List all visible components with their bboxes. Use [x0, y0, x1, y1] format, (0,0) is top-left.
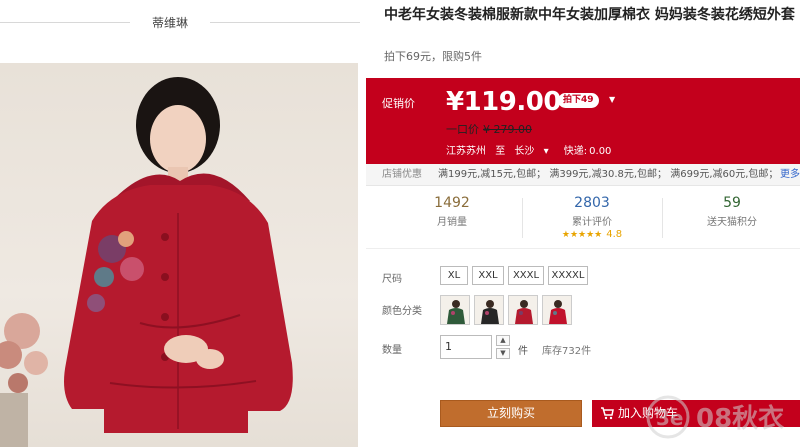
tmall-points-label: 送天猫积分	[707, 217, 757, 228]
divider	[366, 248, 800, 249]
shop-promo-bar: 店铺优惠 满199元,减15元,包邮； 满399元,减30.8元,包邮； 满69…	[366, 164, 800, 186]
cart-icon	[601, 407, 614, 420]
stock-count: 库存732件	[542, 346, 592, 357]
color-swatch-black[interactable]	[474, 295, 504, 325]
quantity-label: 数量	[382, 345, 402, 356]
total-reviews-value: 2803	[574, 195, 610, 211]
original-price-label: 一口价	[446, 123, 479, 136]
product-subtitle: 拍下69元，限购5件	[384, 50, 482, 63]
promo-label: 店铺优惠	[382, 169, 422, 180]
product-photo-illustration	[0, 77, 293, 447]
size-option-xxl[interactable]: XXL	[472, 266, 504, 285]
ship-to: 长沙	[514, 146, 535, 157]
chevron-down-icon: ▾	[543, 146, 549, 157]
express-label: 快递:	[563, 146, 588, 157]
divider	[522, 198, 523, 238]
color-swatch-green[interactable]	[440, 295, 470, 325]
store-name[interactable]: 蒂维琳	[130, 14, 210, 31]
express-fee: 0.00	[589, 146, 612, 157]
swatch-image	[549, 300, 567, 324]
tmall-points-value: 59	[723, 195, 741, 211]
tmall-points: 59 送天猫积分	[672, 190, 792, 242]
swatch-image	[515, 300, 533, 324]
product-title: 中老年女装冬装棉服新款中年女装加厚棉衣 妈妈装冬装花绣短外套	[384, 7, 795, 23]
ship-to-select[interactable]: 长沙 ▾	[514, 146, 554, 157]
quantity-unit: 件	[518, 346, 528, 357]
original-price-value: ¥ 279.00	[483, 123, 532, 136]
price-panel: 促销价 ¥119.00 拍下49 ▼ 一口价 ¥ 279.00 江苏苏州 至 长沙…	[366, 78, 800, 164]
divider	[662, 198, 663, 238]
size-option-xxxxl[interactable]: XXXXL	[548, 266, 588, 285]
color-swatch-crimson[interactable]	[542, 295, 572, 325]
left-column: 蒂维琳	[0, 0, 360, 447]
swatch-image	[481, 300, 499, 324]
monthly-sales-label: 月销量	[437, 217, 467, 228]
rating-score: 4.8	[606, 229, 623, 240]
promo-price-label: 促销价	[382, 97, 415, 110]
product-image[interactable]	[0, 63, 358, 447]
color-label: 颜色分类	[382, 306, 422, 317]
right-column: 中老年女装冬装棉服新款中年女装加厚棉衣 妈妈装冬装花绣短外套 拍下69元，限购5…	[366, 0, 800, 447]
watermark-logo: 3e 08秋衣	[646, 395, 784, 439]
site-watermark: 3e 08秋衣	[644, 383, 794, 443]
quantity-input[interactable]: 1	[440, 335, 492, 359]
original-price: 一口价 ¥ 279.00	[446, 121, 532, 137]
star-rating: ★★★★★ 4.8	[532, 229, 652, 240]
ship-from: 江苏苏州	[446, 146, 486, 157]
buy-now-button[interactable]: 立刻购买	[440, 400, 582, 427]
quantity-decrease-icon[interactable]: ▼	[496, 348, 510, 359]
color-swatch-red[interactable]	[508, 295, 538, 325]
total-reviews-label: 累计评价	[572, 217, 612, 228]
size-option-xl[interactable]: XL	[440, 266, 468, 285]
store-bar: 蒂维琳	[0, 0, 360, 46]
watermark-text: 08秋衣	[696, 403, 784, 434]
shipping-row: 江苏苏州 至 长沙 ▾ 快递: 0.00	[446, 142, 617, 157]
caret-down-icon[interactable]: ▼	[609, 95, 615, 104]
swatch-image	[447, 300, 465, 324]
divider	[0, 22, 130, 23]
ship-to-label: 至	[495, 146, 506, 157]
monthly-sales: 1492 月销量	[392, 190, 512, 242]
promo-price: ¥119.00	[446, 87, 561, 117]
star-icons: ★★★★★	[561, 230, 603, 240]
size-option-xxxl[interactable]: XXXL	[508, 266, 544, 285]
monthly-sales-value: 1492	[434, 195, 470, 211]
watermark-logo-text: 3e	[656, 406, 683, 430]
flower-decoration	[0, 313, 48, 447]
stats-row: 1492 月销量 2803 累计评价 ★★★★★ 4.8 59 送天猫积分	[382, 190, 800, 242]
quantity-increase-icon[interactable]: ▲	[496, 335, 510, 346]
promo-items: 满199元,减15元,包邮； 满399元,减30.8元,包邮； 满699元,减6…	[438, 169, 779, 180]
size-label: 尺码	[382, 274, 402, 285]
price-badge[interactable]: 拍下49	[558, 93, 599, 108]
promo-more-link[interactable]: 更多	[777, 164, 800, 185]
total-reviews[interactable]: 2803 累计评价 ★★★★★ 4.8	[532, 190, 652, 242]
divider	[210, 22, 360, 23]
